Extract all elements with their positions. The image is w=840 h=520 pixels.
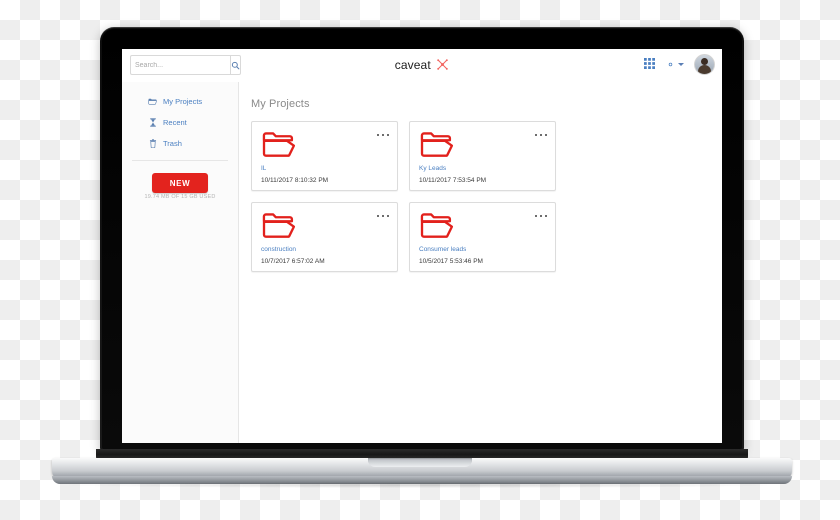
project-card[interactable]: construction 10/7/2017 6:57:02 AM (251, 202, 398, 272)
gear-icon (668, 62, 673, 67)
project-card[interactable]: Ky Leads 10/11/2017 7:53:54 PM (409, 121, 556, 191)
more-horizontal-icon[interactable] (377, 130, 389, 140)
project-name: Ky Leads (419, 165, 447, 172)
new-button-wrap: NEW (122, 161, 238, 193)
project-name: Consumer leads (419, 246, 467, 253)
project-grid: IL 10/11/2017 8:10:32 PM Ky Leads 10/11/… (251, 121, 709, 272)
chevron-down-icon (678, 63, 684, 66)
sidebar-item-label: Trash (163, 139, 182, 148)
sidebar-item-trash[interactable]: Trash (122, 133, 238, 154)
settings-menu-button[interactable] (665, 59, 684, 70)
project-card[interactable]: Consumer leads 10/5/2017 5:53:46 PM (409, 202, 556, 272)
sidebar-item-label: My Projects (163, 97, 203, 106)
caveat-logo-mark-icon (436, 58, 449, 74)
folder-icon (262, 212, 296, 244)
trash-icon (148, 139, 157, 148)
more-horizontal-icon[interactable] (535, 211, 547, 221)
avatar[interactable] (694, 54, 715, 75)
folder-icon (420, 212, 454, 244)
avatar-head (701, 58, 708, 65)
sidebar-nav: My Projects Recent Trash NEW (122, 82, 238, 193)
folder-open-icon (148, 97, 157, 106)
grid-view-icon[interactable] (644, 56, 655, 74)
sidebar-item-recent[interactable]: Recent (122, 112, 238, 133)
project-date: 10/5/2017 5:53:46 PM (419, 258, 483, 265)
sidebar-item-my-projects[interactable]: My Projects (122, 91, 238, 112)
laptop-screen: caveat (122, 49, 722, 443)
avatar-body (698, 65, 711, 74)
brand-text: caveat (394, 58, 431, 72)
storage-usage-label: 19.74 MB OF 15 GB USED (144, 194, 216, 200)
caveat-app: caveat (122, 49, 722, 443)
project-date: 10/11/2017 8:10:32 PM (261, 177, 329, 184)
new-button[interactable]: NEW (152, 173, 208, 193)
laptop-mockup: caveat (0, 0, 840, 520)
sidebar: My Projects Recent Trash NEW 19.74 MB OF… (122, 82, 239, 443)
main-content: My Projects IL 10/11/2017 8:10:32 PM Ky … (239, 82, 722, 443)
project-date: 10/7/2017 6:57:02 AM (261, 258, 325, 265)
screenshot-stage: caveat (0, 0, 840, 520)
project-name: IL (261, 165, 267, 172)
more-horizontal-icon[interactable] (535, 130, 547, 140)
folder-icon (262, 131, 296, 163)
sidebar-item-label: Recent (163, 118, 187, 127)
folder-icon (420, 131, 454, 163)
laptop-base-notch (368, 458, 472, 467)
top-bar-actions (644, 54, 715, 75)
project-date: 10/11/2017 7:53:54 PM (419, 177, 487, 184)
project-name: construction (261, 246, 297, 253)
page-title: My Projects (251, 98, 310, 110)
hourglass-icon (148, 118, 157, 127)
project-card[interactable]: IL 10/11/2017 8:10:32 PM (251, 121, 398, 191)
top-bar: caveat (122, 49, 722, 83)
laptop-shadow (60, 482, 784, 488)
app-brand: caveat (122, 58, 722, 74)
more-horizontal-icon[interactable] (377, 211, 389, 221)
